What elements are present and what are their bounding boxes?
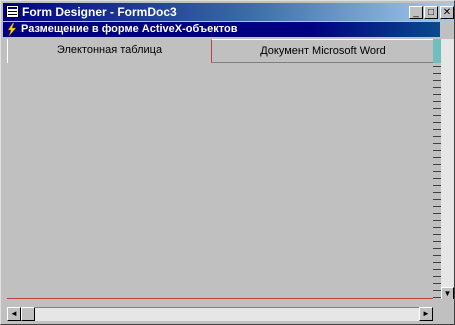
tab-spreadsheet[interactable]: Электонная таблица	[7, 39, 211, 63]
form-title-bar[interactable]: Размещение в форме ActiveX-объектов	[3, 22, 440, 37]
form-title: Размещение в форме ActiveX-объектов	[21, 23, 238, 35]
close-button[interactable]: ✕	[440, 6, 454, 19]
scroll-thumb[interactable]	[21, 307, 35, 321]
grid-ruler-highlight	[433, 39, 441, 63]
form-designer-icon	[6, 5, 19, 18]
form-canvas[interactable]	[7, 63, 431, 299]
lightning-icon	[7, 23, 17, 36]
grid-ruler	[433, 39, 441, 299]
window-title: Form Designer - FormDoc3	[22, 5, 177, 19]
minimize-button[interactable]: _	[409, 6, 423, 19]
scroll-left-button[interactable]: ◄	[7, 307, 21, 321]
horizontal-scrollbar[interactable]	[7, 307, 433, 321]
tab-strip: Электонная таблица Документ Microsoft Wo…	[7, 39, 435, 63]
tab-word-document[interactable]: Документ Microsoft Word	[211, 39, 435, 63]
form-designer-window: Form Designer - FormDoc3 _ □ ✕ Размещени…	[0, 0, 455, 325]
size-grip[interactable]	[441, 307, 454, 321]
vertical-scrollbar[interactable]	[441, 39, 454, 299]
maximize-button[interactable]: □	[424, 6, 438, 19]
scroll-right-button[interactable]: ►	[419, 307, 433, 321]
title-bar[interactable]: Form Designer - FormDoc3 _ □ ✕	[3, 3, 454, 21]
